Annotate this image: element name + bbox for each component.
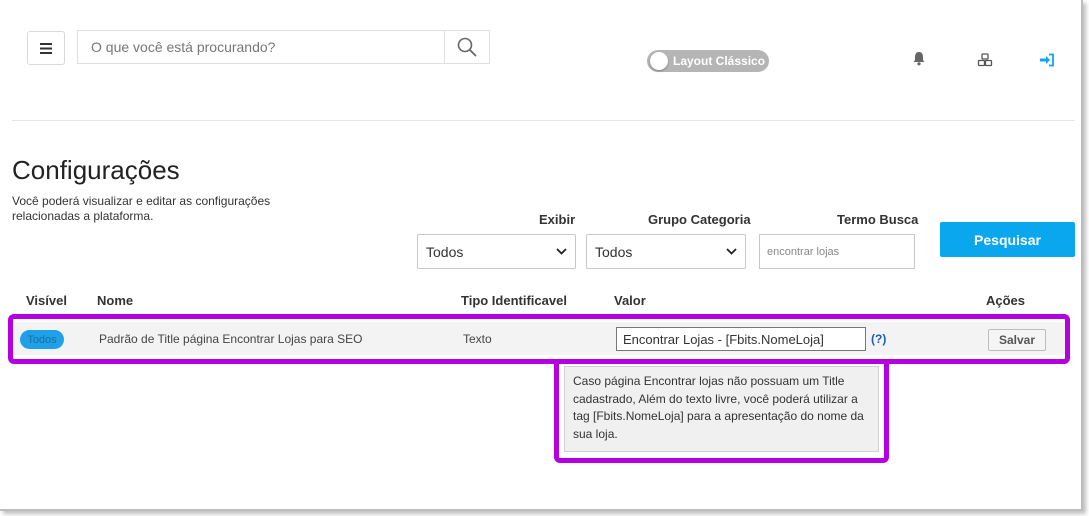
app-window: Layout Clássico Configurações Você poder… [0,0,1083,511]
toggle-knob [650,52,668,70]
valor-input[interactable] [616,327,866,351]
column-header-valor: Valor [614,293,646,308]
toggle-label: Layout Clássico [673,54,766,68]
menu-button[interactable] [27,31,65,65]
help-tooltip: Caso página Encontrar lojas não possuam … [564,366,879,452]
chevron-down-icon [726,248,737,255]
chevron-down-icon [556,248,567,255]
salvar-button[interactable]: Salvar [988,329,1046,351]
column-header-nome: Nome [97,293,134,308]
search-input[interactable] [78,31,444,63]
column-header-visivel: Visível [26,293,67,308]
notifications-button[interactable] [910,49,928,67]
column-header-acoes: Ações [986,293,1026,308]
search-icon [457,37,477,57]
bell-icon [913,51,925,65]
visivel-badge: Todos [20,330,64,349]
search-bar [77,30,490,64]
help-link[interactable]: (?) [871,332,886,346]
menu-icon [40,42,52,54]
modules-button[interactable] [976,51,994,69]
row-tipo: Texto [463,332,492,346]
help-link-text: (?) [871,332,887,346]
exibir-select[interactable]: Todos [417,234,576,269]
login-button[interactable] [1038,51,1056,69]
termo-busca-input[interactable] [759,234,915,269]
page-description: Você poderá visualizar e editar as confi… [12,194,271,223]
layout-classico-toggle[interactable]: Layout Clássico [647,50,769,72]
column-header-tipo: Tipo Identificavel [461,293,567,308]
sign-in-icon [1040,53,1054,67]
search-button[interactable] [444,31,489,63]
cubes-icon [977,53,993,67]
page-title: Configurações [12,155,180,185]
exibir-label: Exibir [539,212,576,227]
exibir-select-value: Todos [426,243,464,260]
grupo-categoria-select[interactable]: Todos [586,234,746,269]
termo-busca-label: Termo Busca [837,212,919,227]
grupo-categoria-label: Grupo Categoria [648,212,751,227]
grupo-select-value: Todos [595,243,633,260]
header-divider [12,120,1075,121]
pesquisar-button[interactable]: Pesquisar [940,222,1075,257]
row-nome: Padrão de Title página Encontrar Lojas p… [99,332,363,346]
